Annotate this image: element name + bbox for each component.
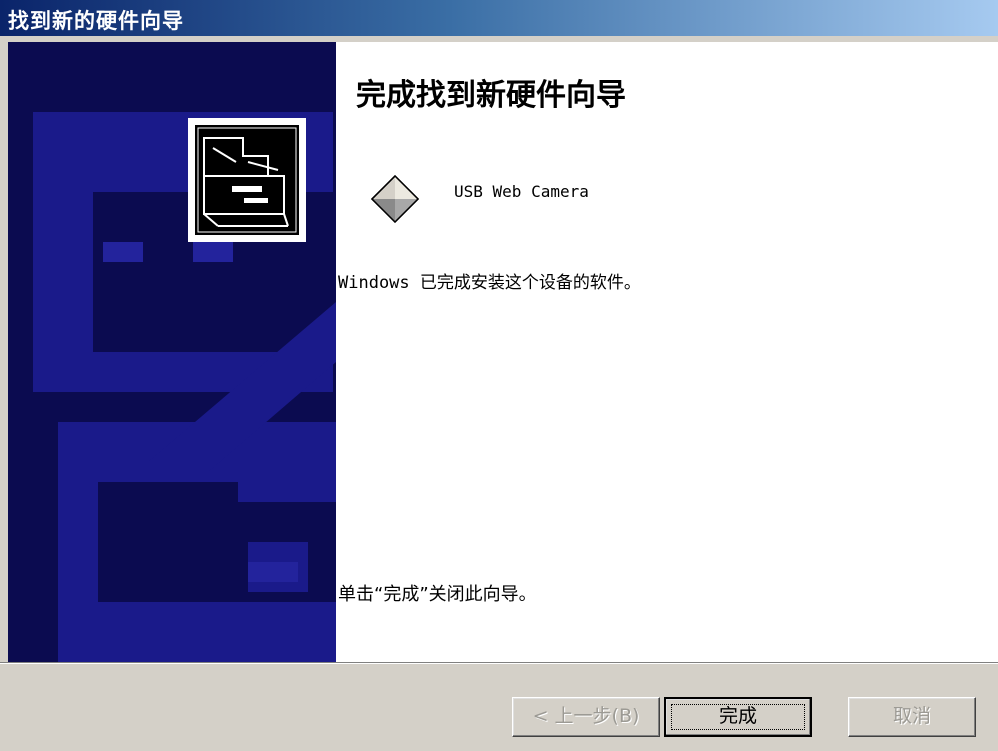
device-name: USB Web Camera <box>454 182 589 201</box>
hardware-icon <box>188 118 306 242</box>
install-status-text: Windows 已完成安装这个设备的软件。 <box>338 273 641 293</box>
cancel-button[interactable]: 取消 <box>848 697 976 737</box>
finish-button[interactable]: 完成 <box>664 697 812 737</box>
button-separator <box>0 662 998 664</box>
wizard-banner <box>8 42 336 662</box>
wizard-window: 找到新的硬件向导 完成找到新硬件向导 USB Web Camera Window… <box>0 0 998 751</box>
wizard-content: 完成找到新硬件向导 USB Web Camera Windows 已完成安装这个… <box>336 42 998 662</box>
back-button[interactable]: < 上一步(B) <box>512 697 660 737</box>
usb-device-icon <box>368 172 422 226</box>
focus-rect <box>671 704 805 730</box>
window-title: 找到新的硬件向导 <box>8 9 184 33</box>
finish-hint-text: 单击“完成”关闭此向导。 <box>338 584 537 605</box>
page-title: 完成找到新硬件向导 <box>356 78 626 113</box>
title-bar[interactable]: 找到新的硬件向导 <box>0 0 998 36</box>
